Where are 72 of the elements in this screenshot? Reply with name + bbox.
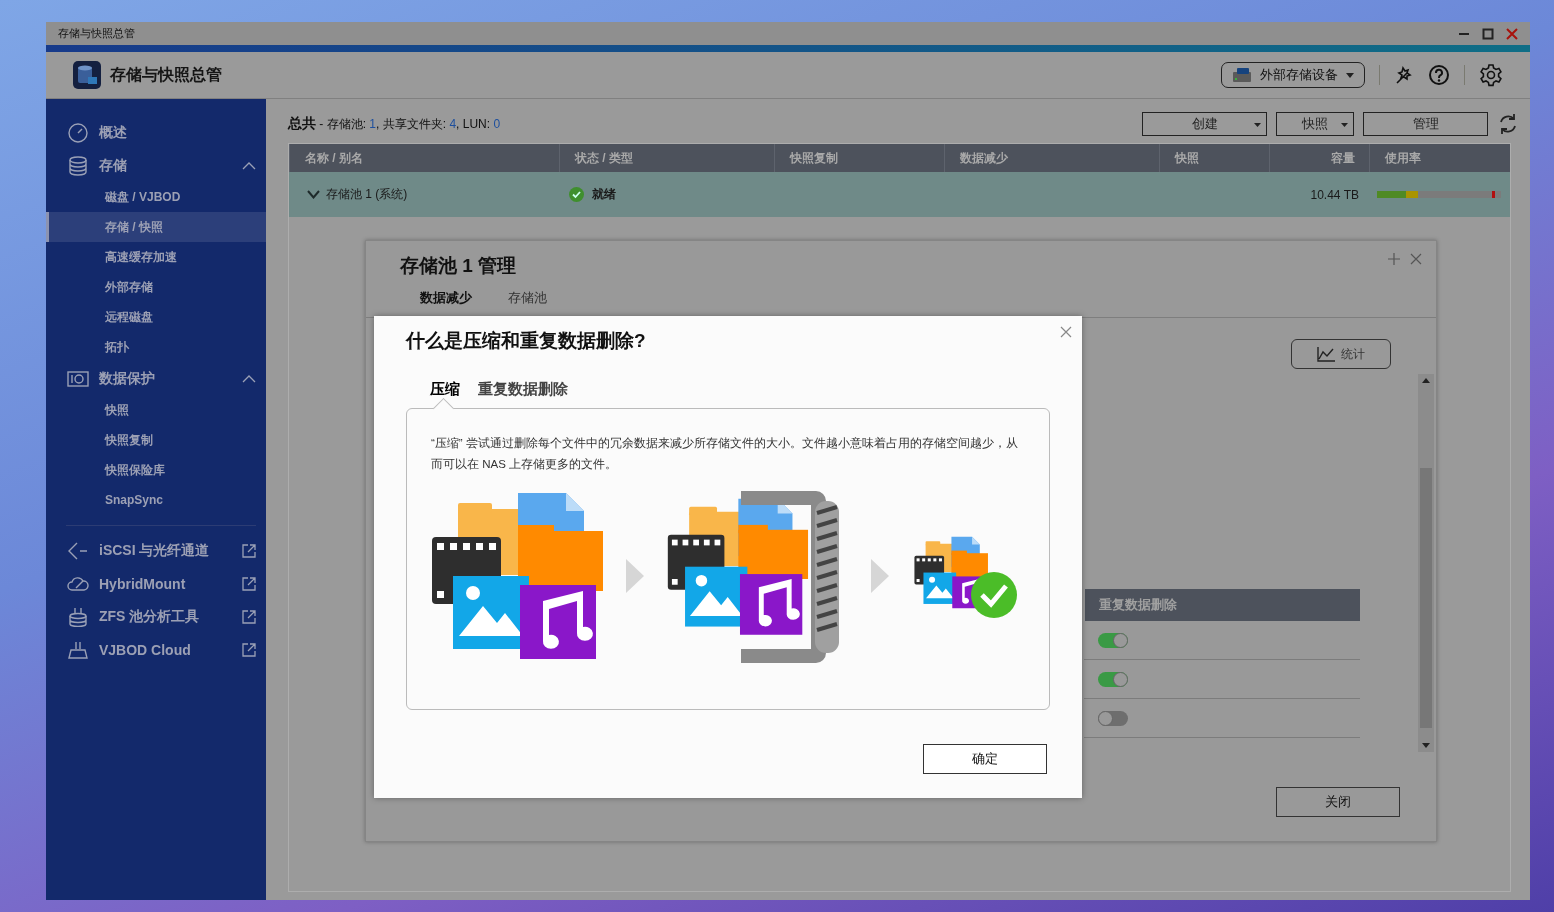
dialog-tab[interactable]: 数据减少 [420, 289, 472, 317]
sidebar-subitem[interactable]: 快照复制 [46, 425, 266, 455]
toggle-switch[interactable] [1098, 671, 1128, 687]
caret-icon [1254, 123, 1261, 127]
caret-icon [1346, 72, 1354, 78]
drive-icon [1232, 67, 1252, 83]
external-storage-button[interactable]: 外部存储设备 [1221, 62, 1365, 88]
sidebar-item[interactable]: 存储 [46, 149, 266, 182]
app-logo-icon [73, 61, 101, 89]
close-icon[interactable] [1060, 326, 1072, 338]
toolbar-button[interactable]: 管理 [1363, 112, 1488, 136]
description-text: “压缩” 尝试通过删除每个文件中的冗余数据来减少所存储文件的大小。文件越小意味着占用的存储空间越少，从而可以在 NAS 上存储更多的文件。 [431, 436, 1019, 472]
sidebar-subitem[interactable]: 拓扑 [46, 332, 266, 362]
status-text: 就绪 [592, 186, 616, 203]
disk-stack-icon [67, 606, 89, 627]
close-icon[interactable] [1410, 253, 1422, 265]
toolbar-button[interactable]: 创建 [1142, 112, 1267, 136]
external-link-icon[interactable] [242, 543, 256, 558]
database-icon [67, 155, 89, 176]
dialog-tab[interactable]: 重复数据删除 [478, 380, 568, 408]
scroll-up-icon[interactable] [1422, 378, 1430, 383]
sidebar-item[interactable]: 数据保护 [46, 362, 266, 395]
dialog-title: 什么是压缩和重复数据删除? [406, 329, 647, 353]
chevron-down-icon[interactable] [307, 190, 320, 199]
toolbar-button[interactable]: 快照 [1276, 112, 1354, 136]
scrollbar[interactable] [1418, 374, 1434, 752]
dialog-tab[interactable]: 压缩 [430, 380, 460, 408]
refresh-icon[interactable] [1497, 113, 1519, 135]
close-button[interactable]: 关闭 [1276, 787, 1400, 817]
capacity-cell-text: 10.44 TB [1309, 187, 1360, 202]
caret-icon [1341, 123, 1348, 127]
sidebar-subitem[interactable]: SnapSync [46, 485, 266, 515]
statistics-button[interactable]: 统计 [1291, 339, 1391, 369]
window-title: 存储与快照总管 [58, 26, 135, 41]
camera-icon [67, 368, 89, 389]
sidebar-item[interactable]: iSCSI 与光纤通道 [46, 534, 266, 567]
sidebar-subitem[interactable]: 快照保险库 [46, 455, 266, 485]
sidebar-item[interactable]: HybridMount [46, 567, 266, 600]
sidebar-subitem[interactable]: 高速缓存加速 [46, 242, 266, 272]
table-row[interactable]: 存储池 1 (系统) 就绪 10.44 TB [289, 172, 1510, 217]
toggle-switch[interactable] [1098, 710, 1128, 726]
help-icon[interactable] [1428, 64, 1450, 86]
chevron-up-icon[interactable] [242, 161, 256, 170]
toggle-switch[interactable] [1098, 632, 1128, 648]
sidebar-subitem[interactable]: 外部存储 [46, 272, 266, 302]
settings-icon[interactable] [1479, 63, 1503, 87]
line-chart-icon [1317, 346, 1335, 362]
external-link-icon[interactable] [242, 642, 256, 657]
sidebar-subitem[interactable]: 磁盘 / VJBOD [46, 182, 266, 212]
external-link-icon[interactable] [242, 576, 256, 591]
sidebar-subitem[interactable]: 快照 [46, 395, 266, 425]
connector-icon [67, 540, 89, 561]
sidebar-item[interactable]: 概述 [46, 116, 266, 149]
gauge-icon [67, 122, 89, 143]
external-link-icon[interactable] [242, 609, 256, 624]
column-header: 重复数据删除 [1084, 589, 1360, 621]
ok-button[interactable]: 确定 [923, 744, 1047, 774]
dialog-title: 存储池 1 管理 [400, 254, 517, 278]
scroll-down-icon[interactable] [1422, 743, 1430, 748]
dialog-tab[interactable]: 存储池 [508, 289, 547, 317]
pool-name: 存储池 1 (系统) [326, 186, 408, 203]
sidebar-subitem[interactable]: 远程磁盘 [46, 302, 266, 332]
app-title: 存储与快照总管 [110, 64, 222, 85]
maximize-icon[interactable] [1482, 27, 1494, 40]
sidebar-item[interactable]: VJBOD Cloud [46, 633, 266, 666]
chevron-up-icon[interactable] [242, 374, 256, 383]
threshold-marker [1492, 191, 1495, 198]
sidebar-item[interactable]: ZFS 池分析工具 [46, 600, 266, 633]
sidebar-subitem[interactable]: 存储 / 快照 [46, 212, 266, 242]
summary-text: 总共 - 存储池: 1, 共享文件夹: 4, LUN: 0 [288, 115, 501, 133]
drive-icon [67, 639, 89, 660]
check-circle-icon [569, 187, 584, 202]
